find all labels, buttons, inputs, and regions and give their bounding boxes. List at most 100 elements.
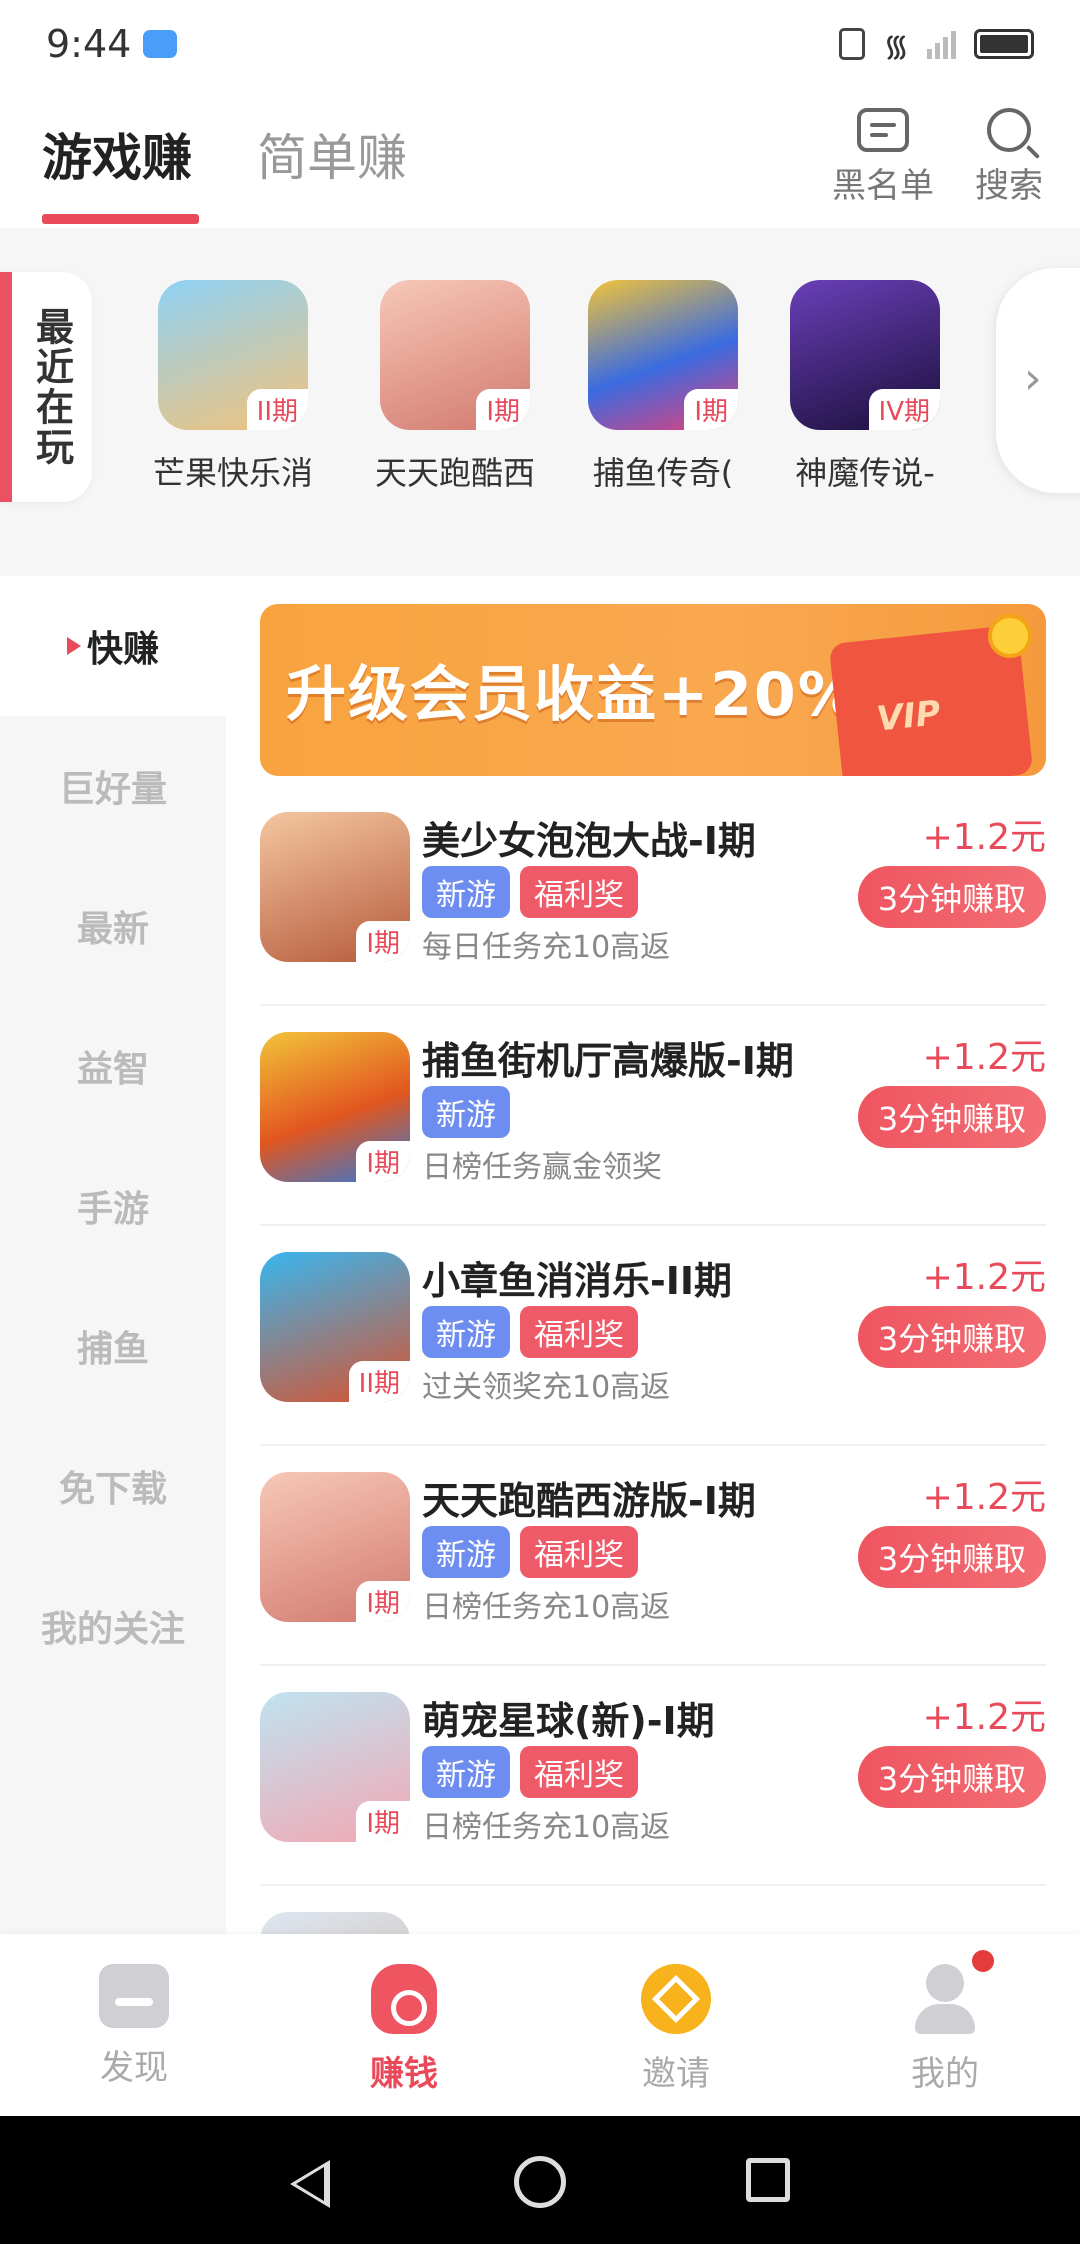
tag-group: 新游 福利奖 — [422, 866, 638, 918]
category-my-follows[interactable]: 我的关注 — [0, 1556, 226, 1696]
status-bar: 9:44 ᯾ — [0, 0, 1080, 88]
category-label: 免下载 — [58, 1469, 167, 1510]
category-newest[interactable]: 最新 — [0, 856, 226, 996]
earn-button[interactable]: 3分钟赚取 — [858, 866, 1046, 928]
list-icon — [857, 108, 909, 152]
tab-simple-earn[interactable]: 简单赚 — [257, 118, 407, 190]
recent-more-button[interactable]: › — [996, 268, 1080, 493]
banner-text: 升级会员收益+20% — [286, 660, 860, 730]
game-icon: IV期 — [790, 280, 940, 430]
reward-amount: +1.2元 — [922, 1257, 1046, 1298]
bottom-tab-bar: 发现 赚钱 邀请 我的 — [0, 1934, 1080, 2116]
category-label: 益智 — [76, 1049, 149, 1090]
search-icon — [987, 108, 1031, 152]
period-badge: I期 — [356, 921, 410, 962]
blacklist-button[interactable]: 黑名单 — [832, 108, 934, 207]
status-time: 9:44 — [46, 22, 132, 66]
list-item-partial[interactable] — [260, 1886, 1046, 1934]
tab-label: 赚钱 — [370, 2054, 438, 2094]
recent-game-item[interactable]: II期 芒果快乐消 — [138, 280, 328, 494]
list-item[interactable]: I期 萌宠星球(新)-I期 新游 福利奖 日榜任务充10高返 +1.2元 3分钟… — [260, 1666, 1046, 1886]
notification-dot-icon — [972, 1950, 994, 1972]
back-icon[interactable] — [290, 2160, 330, 2208]
recent-game-title: 捕鱼传奇( — [592, 454, 734, 492]
category-no-download[interactable]: 免下载 — [0, 1416, 226, 1556]
game-icon: I期 — [260, 1032, 410, 1182]
discover-icon — [99, 1964, 169, 2028]
money-bag-icon — [371, 1964, 437, 2034]
reward-amount: +1.2元 — [922, 1477, 1046, 1518]
tab-label: 邀请 — [642, 2054, 710, 2094]
category-puzzle[interactable]: 益智 — [0, 996, 226, 1136]
game-title: 美少女泡泡大战-I期 — [422, 819, 756, 863]
list-item[interactable]: I期 天天跑酷西游版-I期 新游 福利奖 日榜任务充10高返 +1.2元 3分钟… — [260, 1446, 1046, 1666]
category-label: 捕鱼 — [76, 1329, 149, 1370]
tag-welfare: 福利奖 — [520, 1526, 638, 1578]
category-label: 最新 — [76, 909, 149, 950]
period-badge: I期 — [356, 1141, 410, 1182]
recent-played-strip: 最近在玩 II期 芒果快乐消 I期 天天跑酷西 I期 捕鱼传奇( IV期 神魔传… — [0, 228, 1080, 576]
tag-group: 新游 福利奖 — [422, 1306, 638, 1358]
search-label: 搜索 — [975, 166, 1043, 206]
vip-upgrade-banner[interactable]: 升级会员收益+20% VIP — [260, 604, 1046, 776]
period-badge: I期 — [356, 1581, 410, 1622]
game-icon: I期 — [260, 812, 410, 962]
home-icon[interactable] — [514, 2156, 566, 2208]
coin-icon — [641, 1964, 711, 2034]
tag-welfare: 福利奖 — [520, 866, 638, 918]
earn-button[interactable]: 3分钟赚取 — [858, 1306, 1046, 1368]
game-title: 捕鱼街机厅高爆版-I期 — [422, 1039, 794, 1083]
system-nav-bar — [0, 2116, 1080, 2244]
active-indicator-icon — [66, 637, 81, 655]
earn-button[interactable]: 3分钟赚取 — [858, 1526, 1046, 1588]
earn-button[interactable]: 3分钟赚取 — [858, 1086, 1046, 1148]
recent-game-item[interactable]: I期 捕鱼传奇( — [568, 280, 758, 494]
period-badge: IV期 — [868, 389, 940, 430]
tab-label: 我的 — [911, 2054, 979, 2094]
tag-new: 新游 — [422, 1526, 510, 1578]
recent-game-item[interactable]: I期 天天跑酷西 — [360, 280, 550, 494]
list-item[interactable]: I期 捕鱼街机厅高爆版-I期 新游 日榜任务赢金领奖 +1.2元 3分钟赚取 — [260, 1006, 1046, 1226]
category-label: 巨好量 — [58, 769, 167, 810]
category-label: 快赚 — [86, 629, 159, 670]
recent-played-label: 最近在玩 — [0, 272, 92, 502]
tab-invite[interactable]: 邀请 — [606, 1964, 746, 2095]
battery-icon — [974, 29, 1034, 59]
reward-amount: +1.2元 — [922, 1697, 1046, 1738]
recent-game-title: 芒果快乐消 — [152, 454, 313, 492]
category-quick-earn[interactable]: 快赚 — [0, 576, 226, 716]
category-mobile-games[interactable]: 手游 — [0, 1136, 226, 1276]
tag-welfare: 福利奖 — [520, 1746, 638, 1798]
period-badge: II期 — [348, 1361, 410, 1402]
recent-apps-icon[interactable] — [746, 2158, 790, 2202]
game-list: I期 美少女泡泡大战-I期 新游 福利奖 每日任务充10高返 +1.2元 3分钟… — [226, 786, 1080, 1934]
list-item[interactable]: I期 美少女泡泡大战-I期 新游 福利奖 每日任务充10高返 +1.2元 3分钟… — [260, 786, 1046, 1006]
game-icon: II期 — [158, 280, 308, 430]
list-item[interactable]: II期 小章鱼消消乐-II期 新游 福利奖 过关领奖充10高返 +1.2元 3分… — [260, 1226, 1046, 1446]
tag-new: 新游 — [422, 1086, 510, 1138]
game-icon: I期 — [588, 280, 738, 430]
tab-mine[interactable]: 我的 — [875, 1964, 1015, 2095]
search-button[interactable]: 搜索 — [975, 108, 1043, 207]
tab-earn-money[interactable]: 赚钱 — [334, 1964, 474, 2095]
recent-played-text: 最近在玩 — [29, 307, 74, 467]
earn-button[interactable]: 3分钟赚取 — [858, 1746, 1046, 1808]
game-title: 天天跑酷西游版-I期 — [422, 1479, 756, 1523]
game-icon: I期 — [260, 1692, 410, 1842]
user-icon — [913, 1964, 977, 2034]
tab-game-earn[interactable]: 游戏赚 — [42, 118, 192, 190]
tag-new: 新游 — [422, 1306, 510, 1358]
coin-icon — [988, 614, 1032, 658]
game-icon: I期 — [380, 280, 530, 430]
category-sidebar: 快赚 巨好量 最新 益智 手游 捕鱼 免下载 我的关注 — [0, 576, 226, 1934]
tab-discover[interactable]: 发现 — [64, 1964, 204, 2089]
category-huge-volume[interactable]: 巨好量 — [0, 716, 226, 856]
tab-label: 发现 — [100, 2048, 168, 2088]
game-icon: I期 — [260, 1472, 410, 1622]
tag-group: 新游 — [422, 1086, 510, 1138]
game-icon: II期 — [260, 1252, 410, 1402]
status-icons: ᯾ — [839, 24, 1034, 65]
category-fishing[interactable]: 捕鱼 — [0, 1276, 226, 1416]
top-tabs: 游戏赚 简单赚 黑名单 搜索 — [0, 88, 1080, 228]
recent-game-item[interactable]: IV期 神魔传说- — [770, 280, 960, 494]
